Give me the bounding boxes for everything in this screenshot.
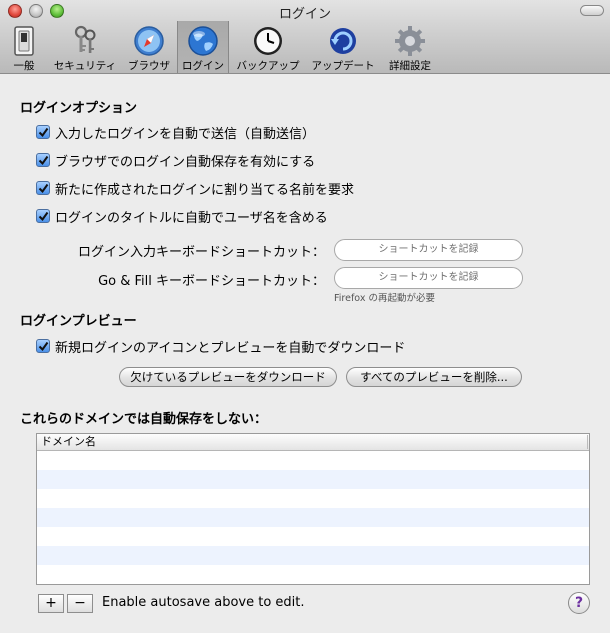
delete-all-previews-button[interactable]: すべてのプレビューを削除... (346, 367, 522, 387)
gofill-shortcut-label: Go & Fill キーボードショートカット： (98, 274, 325, 289)
tab-general[interactable]: 一般 (6, 21, 42, 73)
table-row (37, 489, 589, 508)
download-missing-previews-button[interactable]: 欠けているプレビューをダウンロード (119, 367, 337, 387)
tab-label: 詳細設定 (389, 60, 431, 72)
restart-note: Firefox の再起動が必要 (334, 293, 435, 304)
login-options-title: ログインオプション (20, 101, 138, 116)
preferences-window: ログイン 一般 セキュリティ ブラウザ ログイン バックアップ アップデート 詳… (0, 0, 610, 633)
toolbar-toggle-button[interactable] (580, 5, 604, 16)
table-header[interactable]: ドメイン名 (37, 434, 589, 451)
download-previews-checkbox[interactable]: 新規ログインのアイコンとプレビューを自動でダウンロード (36, 337, 406, 356)
tab-label: アップデート (311, 60, 375, 72)
checkbox-checked[interactable] (36, 153, 50, 167)
domain-column-header: ドメイン名 (41, 435, 96, 448)
ask-name-checkbox[interactable]: 新たに作成されたログインに割り当てる名前を要求 (36, 179, 355, 198)
login-shortcut-field[interactable]: ショートカットを記録 (334, 239, 523, 261)
tab-label: 一般 (13, 60, 35, 72)
tab-update[interactable]: アップデート (308, 21, 378, 73)
checkmark-icon (38, 155, 48, 165)
checkbox-checked[interactable] (36, 181, 50, 195)
table-row (37, 470, 589, 489)
toolbar: ログイン 一般 セキュリティ ブラウザ ログイン バックアップ アップデート 詳… (0, 0, 610, 74)
login-shortcut-label: ログイン入力キーボードショートカット： (77, 245, 325, 260)
tab-backup[interactable]: バックアップ (233, 21, 303, 73)
checkmark-icon (38, 211, 48, 221)
checkbox-checked[interactable] (36, 339, 50, 353)
remove-domain-button[interactable]: − (67, 594, 93, 613)
tab-advanced[interactable]: 詳細設定 (384, 21, 436, 73)
table-row (37, 451, 589, 470)
checkbox-label: 入力したログインを自動で送信（自動送信） (55, 126, 316, 142)
compass-icon (134, 26, 164, 56)
table-row (37, 527, 589, 546)
login-preview-title: ログインプレビュー (20, 314, 137, 329)
column-divider (587, 435, 588, 449)
window-title: ログイン (278, 7, 331, 22)
gear-icon (395, 26, 425, 56)
checkbox-checked[interactable] (36, 209, 50, 223)
tab-label: セキュリティ (53, 60, 117, 72)
update-icon (330, 28, 356, 54)
table-row (37, 565, 589, 584)
tab-login[interactable]: ログイン (177, 21, 229, 73)
edit-status-text: Enable autosave above to edit. (102, 595, 305, 610)
checkmark-icon (38, 183, 48, 193)
table-row (37, 508, 589, 527)
include-username-checkbox[interactable]: ログインのタイトルに自動でユーザ名を含める (36, 207, 328, 226)
help-button[interactable]: ? (568, 592, 590, 614)
globe-icon (188, 26, 218, 56)
checkbox-label: ログインのタイトルに自動でユーザ名を含める (55, 210, 328, 226)
tab-security[interactable]: セキュリティ (47, 21, 123, 73)
table-row (37, 546, 589, 565)
tab-browser[interactable]: ブラウザ (125, 21, 173, 73)
domains-table[interactable]: ドメイン名 (36, 433, 590, 585)
tab-label: ログイン (182, 60, 224, 72)
clock-icon (254, 27, 282, 55)
gofill-shortcut-field[interactable]: ショートカットを記録 (334, 267, 523, 289)
excluded-domains-title: これらのドメインでは自動保存をしない： (20, 412, 268, 427)
login-pane: ログインオプション 入力したログインを自動で送信（自動送信） ブラウザでのログイ… (0, 75, 610, 633)
checkbox-label: 新規ログインのアイコンとプレビューを自動でダウンロード (55, 340, 406, 356)
checkmark-icon (38, 127, 48, 137)
checkbox-label: ブラウザでのログイン自動保存を有効にする (55, 154, 316, 170)
autosave-checkbox[interactable]: ブラウザでのログイン自動保存を有効にする (36, 151, 316, 170)
checkmark-icon (38, 341, 48, 351)
switch-icon (14, 26, 34, 56)
tab-label: バックアップ (236, 60, 300, 72)
keys-icon (74, 25, 96, 53)
add-domain-button[interactable]: + (38, 594, 64, 613)
tab-label: ブラウザ (128, 60, 170, 72)
checkbox-checked[interactable] (36, 125, 50, 139)
checkbox-label: 新たに作成されたログインに割り当てる名前を要求 (55, 182, 355, 198)
auto-submit-checkbox[interactable]: 入力したログインを自動で送信（自動送信） (36, 123, 316, 142)
